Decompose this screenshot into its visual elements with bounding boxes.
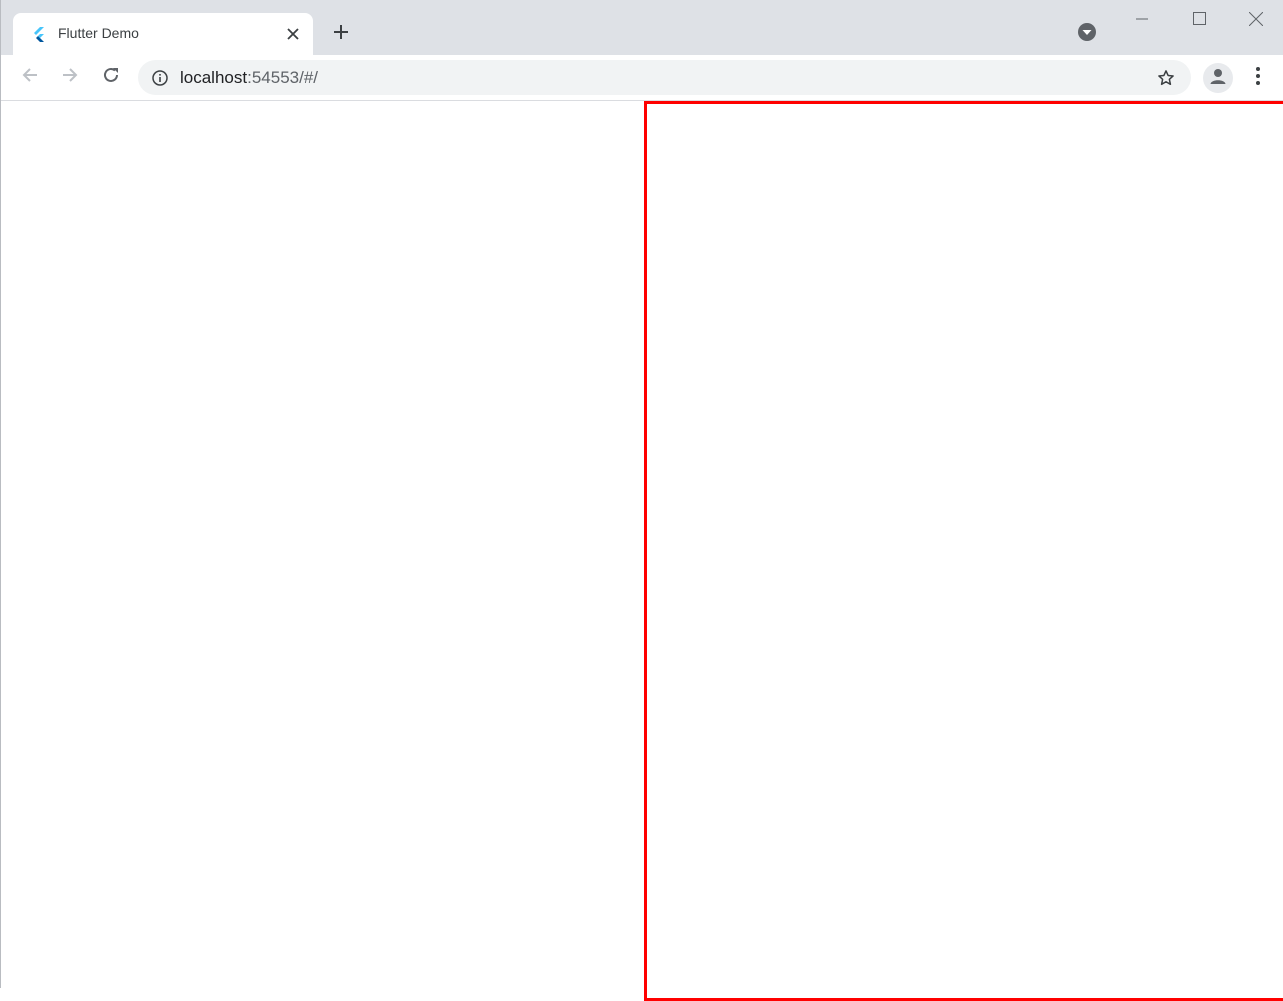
profile-button[interactable] (1203, 63, 1233, 93)
tab-strip: Flutter Demo (1, 0, 1283, 55)
address-bar[interactable]: localhost:54553/#/ (138, 60, 1191, 95)
browser-toolbar: localhost:54553/#/ (1, 55, 1283, 101)
close-icon[interactable] (283, 24, 303, 44)
star-icon[interactable] (1156, 68, 1176, 88)
minimize-icon (1136, 12, 1148, 30)
tab-search-button[interactable] (1075, 22, 1099, 46)
url-host: localhost (180, 68, 248, 87)
browser-menu-button[interactable] (1247, 63, 1269, 93)
reload-icon (102, 66, 120, 89)
tab-title: Flutter Demo (58, 25, 139, 41)
browser-window: Flutter Demo localhost:54553/#/ (0, 0, 1283, 1001)
plus-icon (333, 24, 349, 45)
more-vert-icon (1255, 66, 1261, 91)
new-tab-button[interactable] (327, 20, 355, 48)
person-icon (1209, 67, 1227, 90)
arrow-right-icon (61, 66, 79, 89)
minimize-button[interactable] (1119, 6, 1165, 36)
reload-button[interactable] (96, 62, 126, 92)
chevron-down-icon (1077, 22, 1097, 47)
flutter-logo-icon (31, 26, 47, 42)
forward-button[interactable] (55, 62, 85, 92)
url-path: :54553/#/ (247, 68, 319, 87)
info-icon[interactable] (151, 69, 169, 87)
page-content (1, 101, 1283, 1001)
url-text[interactable]: localhost:54553/#/ (180, 68, 318, 88)
back-button[interactable] (15, 62, 45, 92)
close-icon (1248, 11, 1264, 31)
maximize-button[interactable] (1176, 6, 1222, 36)
arrow-left-icon (21, 66, 39, 89)
maximize-icon (1192, 12, 1206, 30)
red-bordered-container (644, 101, 1283, 1001)
tab-flutter-demo[interactable]: Flutter Demo (13, 13, 313, 55)
window-close-button[interactable] (1233, 6, 1279, 36)
